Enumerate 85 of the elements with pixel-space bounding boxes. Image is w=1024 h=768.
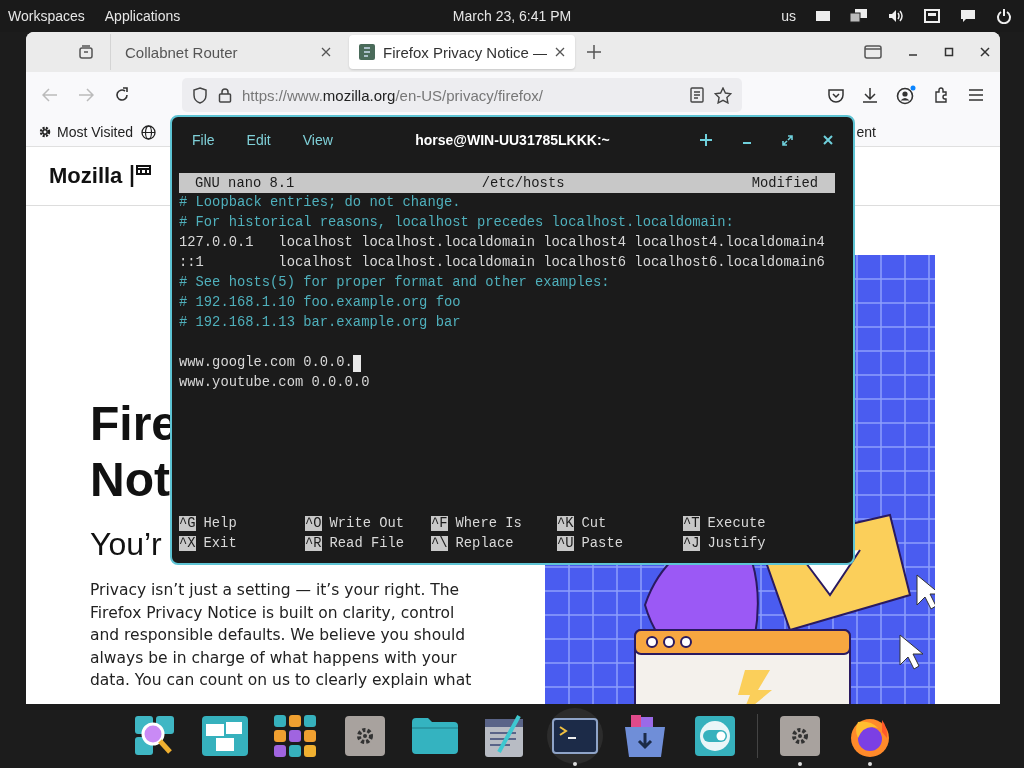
lock-icon[interactable] — [218, 87, 232, 103]
address-bar[interactable]: https://www.mozilla.org/en-US/privacy/firefox/ — [182, 78, 742, 112]
terminal-menu[interactable]: File — [192, 132, 215, 148]
shortcut-key: ^K — [557, 515, 574, 531]
windows-icon[interactable] — [201, 716, 248, 756]
shortcut-key: ^\ — [431, 535, 448, 551]
file-line: www.youtube.com 0.0.0.0 — [179, 374, 370, 392]
window-title: horse@WIN-UU31785LKKK:~ — [415, 132, 610, 148]
logo-mark-icon — [130, 164, 153, 188]
shield-icon[interactable] — [192, 86, 208, 104]
shortcut-label: Replace — [455, 535, 514, 551]
page-favicon — [359, 44, 375, 60]
top-bar-menu[interactable]: Applications — [104, 8, 181, 24]
shortcut-label: Exit — [203, 535, 237, 551]
gear-icon[interactable] — [779, 716, 820, 756]
screen-icon[interactable] — [816, 10, 830, 22]
shortcut-label: Justify — [707, 535, 766, 551]
file-line: # For historical reasons, localhost precedes localhost.localdomain: — [179, 214, 734, 232]
reader-view-icon[interactable] — [690, 87, 704, 103]
text-editor-icon[interactable] — [484, 715, 525, 757]
file-line: ::1 localhost localhost.localdomain localhost6 localhost6.localdomain6 — [179, 254, 825, 272]
software-store-icon[interactable] — [624, 715, 665, 757]
file-line: # 192.168.1.10 foo.example.org foo — [179, 294, 461, 312]
shortcut-label: Execute — [707, 515, 766, 531]
intro-paragraph: Privacy isn’t just a setting — it’s your right. The Firefox Privacy Notice is built on clarity, control and responsible defaults. We believe you should always be in charge of what happens with your data. You can count on us to clearly explain what — [90, 580, 473, 691]
keyboard-layout[interactable]: us — [781, 8, 796, 24]
bookmark[interactable] — [141, 124, 156, 140]
shortcut-label: Read File — [329, 535, 405, 551]
top-bar-menu[interactable]: Workspaces — [8, 8, 85, 24]
download-icon[interactable] — [862, 87, 878, 103]
file-line: www.google.com 0.0.0. — [179, 354, 353, 372]
new-tab-icon[interactable] — [700, 134, 712, 146]
file-line: # Loopback entries; do not change. — [179, 194, 461, 212]
browser-tab[interactable]: Collabnet Router — [115, 35, 341, 69]
shortcut-key: ^U — [557, 535, 574, 551]
window-list-icon[interactable] — [864, 45, 882, 59]
gear-icon[interactable] — [344, 716, 385, 756]
reload-icon[interactable] — [114, 87, 130, 103]
gear-icon — [38, 125, 52, 139]
shortcut-label: Paste — [581, 535, 623, 551]
nano-version: GNU nano 8.1 — [195, 175, 295, 191]
close-tab-icon[interactable] — [321, 47, 331, 57]
magnifier-icon[interactable] — [132, 714, 177, 758]
modified-status: Modified — [751, 175, 818, 191]
tab-overview-icon[interactable] — [78, 44, 94, 60]
shortcut-label: Cut — [581, 515, 607, 531]
power-icon[interactable] — [996, 8, 1012, 24]
globe-icon — [141, 124, 156, 140]
shortcut-key: ^J — [683, 535, 700, 551]
bookmark[interactable]: Most Visited — [38, 124, 133, 140]
file-line: # 192.168.1.13 bar.example.org bar — [179, 314, 461, 332]
file-line: 127.0.0.1 localhost localhost.localdomain localhost4 localhost4.localdomain4 — [179, 234, 825, 252]
shortcut-key: ^T — [683, 515, 700, 531]
site-logo[interactable]: Mozilla — [49, 163, 123, 189]
chat-icon[interactable] — [960, 9, 976, 23]
file-name: /etc/hosts — [481, 175, 565, 191]
page-subheading: You’r — [90, 526, 162, 563]
terminal-menu[interactable]: View — [302, 132, 333, 148]
shortcut-label: Where Is — [455, 515, 522, 531]
maximize-icon[interactable] — [944, 47, 954, 57]
pocket-icon[interactable] — [828, 87, 844, 103]
shortcut-label: Help — [203, 515, 237, 531]
shortcut-key: ^F — [431, 515, 448, 531]
page-heading: Not — [90, 452, 171, 508]
extensions-icon[interactable] — [934, 87, 950, 103]
shortcut-key: ^G — [179, 515, 196, 531]
shortcut-key: ^R — [305, 535, 322, 551]
url-text: https://www.mozilla.org/en-US/privacy/firefox/ — [242, 86, 543, 104]
folder-icon[interactable] — [411, 718, 458, 754]
account-icon[interactable] — [896, 85, 916, 105]
file-line: # See hosts(5) for proper format and other examples: — [179, 274, 610, 292]
shortcut-label: Write Out — [329, 515, 405, 531]
volume-icon[interactable] — [888, 9, 904, 23]
terminal-menu[interactable]: Edit — [246, 132, 271, 148]
terminal-icon[interactable] — [551, 718, 598, 754]
star-icon[interactable] — [714, 86, 732, 104]
shortcut-key: ^O — [305, 515, 322, 531]
bookmark[interactable]: ent — [856, 124, 876, 140]
toggle-icon[interactable] — [694, 716, 735, 756]
shortcut-key: ^X — [179, 535, 196, 551]
menu-icon[interactable] — [968, 88, 984, 102]
clock[interactable]: March 23, 6:41 PM — [452, 8, 572, 24]
app-grid-icon[interactable] — [273, 715, 316, 757]
close-tab-icon[interactable] — [555, 47, 565, 57]
close-icon[interactable] — [980, 47, 990, 57]
